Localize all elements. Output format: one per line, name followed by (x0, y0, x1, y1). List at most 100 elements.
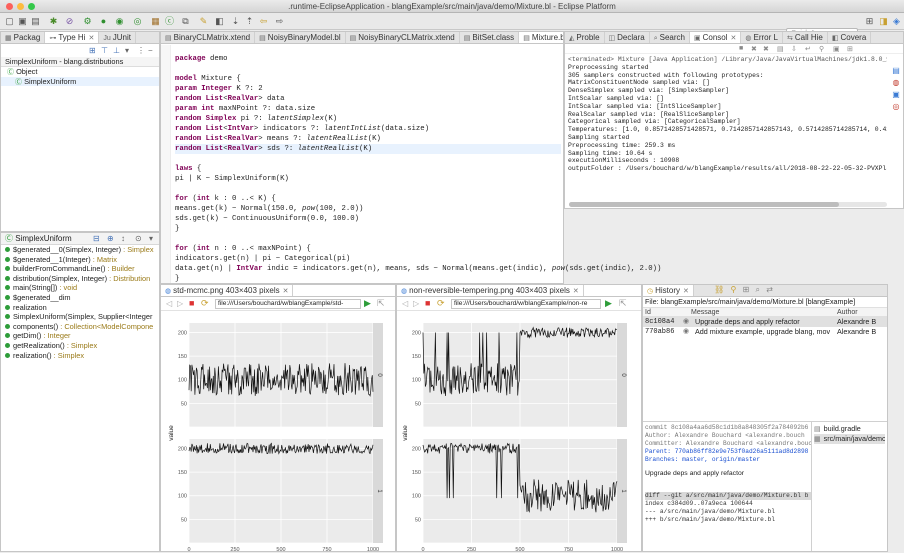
skip-breakpoints-icon[interactable]: ⊘ (64, 16, 75, 27)
console-horizontal-scrollbar[interactable] (569, 202, 887, 207)
tab-console[interactable]: ▣ Consol ✕ (690, 32, 742, 43)
word-wrap-icon[interactable]: ↵ (805, 45, 811, 53)
tab-type-hierarchy[interactable]: ⊶ Type Hi ✕ (45, 32, 100, 43)
tab-editor-3[interactable]: ▤ BitSet.class (460, 32, 520, 43)
open-console-icon[interactable]: ⊞ (847, 45, 853, 53)
tab-package-explorer[interactable]: ▦ Packag (1, 32, 46, 43)
outline-view-icon[interactable]: ▤ (888, 66, 904, 78)
tab-coverage[interactable]: ◧ Covera (828, 32, 872, 43)
new-java-package-icon[interactable]: ▦ (150, 16, 161, 27)
close-icon[interactable]: ✕ (283, 288, 289, 295)
tree-item-object[interactable]: Ⓒ Object (1, 67, 159, 77)
member-item[interactable]: realization (1, 303, 159, 313)
stop-icon[interactable]: ■ (189, 298, 194, 308)
go-icon[interactable]: ▶ (605, 298, 612, 309)
java-perspective-icon[interactable]: ◨ (878, 16, 889, 27)
close-window-button[interactable] (6, 3, 13, 10)
tab-editor-4[interactable]: ▤Mixture.bl✕ (519, 32, 563, 43)
changed-file[interactable]: ▤ build.gradle (814, 424, 885, 434)
member-item[interactable]: builderFromCommandLine() : Builder (1, 264, 159, 274)
tab-error-log[interactable]: ◍ Error L (741, 32, 783, 43)
tab-history[interactable]: ◷ History ✕ (643, 285, 694, 296)
zoom-window-button[interactable] (28, 3, 35, 10)
url-input-right[interactable]: file:///Users/bouchard/w/blangExample/no… (451, 299, 601, 309)
tab-editor-1[interactable]: ▤ NoisyBinaryModel.bl (255, 32, 346, 43)
console-output[interactable]: <terminated> Mixture [Java Application] … (565, 54, 887, 173)
tab-call-hierarchy[interactable]: ⇆ Call Hie (783, 32, 828, 43)
member-item[interactable]: getDim() : Integer (1, 331, 159, 341)
external-browser-icon[interactable]: ⇱ (377, 298, 385, 309)
history-row[interactable]: 8c108a4 ◉ Upgrade deps and apply refactor A… (643, 317, 887, 327)
previous-annotation-icon[interactable]: ⇡ (244, 16, 255, 27)
debug-run-icon[interactable]: ⚙ (82, 16, 93, 27)
show-subtype-icon[interactable]: ⊥ (113, 46, 120, 55)
stop-icon[interactable]: ■ (425, 298, 430, 308)
refresh-icon[interactable]: ⟳ (437, 298, 445, 309)
remove-launch-icon[interactable]: ✖ (751, 45, 757, 53)
scroll-lock-icon[interactable]: ⇩ (791, 45, 797, 53)
link-with-selection-icon[interactable]: ⛓ (714, 285, 724, 294)
tab-search[interactable]: ⌕ Search (650, 32, 690, 43)
history-dropdown-icon[interactable]: ▾ (125, 46, 129, 55)
go-icon[interactable]: ▶ (364, 298, 371, 309)
problems-view-icon[interactable]: ◎ (888, 102, 904, 114)
history-row[interactable]: 770ab86 ◉ Add mixture example, upgrade bla… (643, 327, 887, 337)
open-type-icon[interactable]: ⧉ (180, 16, 191, 27)
display-console-icon[interactable]: ▣ (833, 45, 840, 53)
forward-icon[interactable]: ▷ (177, 299, 183, 308)
code-area[interactable]: package demo model Mixture { param Integ… (175, 54, 661, 304)
member-item[interactable]: $generated__dim (1, 293, 159, 303)
tab-editor-0[interactable]: ▤ BinaryCLMatrix.xtend (161, 32, 256, 43)
tab-std-mcmc[interactable]: ◍ std-mcmc.png 403×403 pixels ✕ (161, 285, 294, 296)
member-item[interactable]: main(String[]) : void (1, 283, 159, 293)
tree-item-simplexuniform[interactable]: Ⓒ SimplexUniform (1, 76, 159, 87)
save-icon[interactable]: ▣ (17, 16, 28, 27)
tab-declaration[interactable]: ◫ Declara (605, 32, 650, 43)
tab-problems[interactable]: ◭ Proble (565, 32, 605, 43)
new-icon[interactable]: ▢ (4, 16, 15, 27)
next-annotation-icon[interactable]: ⇣ (230, 16, 241, 27)
pin-console-icon[interactable]: ⚲ (819, 45, 824, 53)
member-item[interactable]: SimplexUniform(Simplex, Supplier<Integer (1, 312, 159, 322)
url-input-left[interactable]: file:///Users/bouchard/w/blangExample/st… (215, 299, 361, 309)
toggle-mark-icon[interactable]: ◧ (214, 16, 225, 27)
view-menu-icon[interactable]: ⋮ (137, 46, 145, 55)
debug-icon[interactable]: ✱ (48, 16, 59, 27)
search-icon[interactable]: ✎ (198, 16, 209, 27)
show-supertype-icon[interactable]: ⊤ (101, 46, 108, 55)
find-icon[interactable]: ⌕ (756, 285, 760, 295)
view-menu-icon[interactable]: ▾ (149, 233, 153, 245)
clear-console-icon[interactable]: ▤ (777, 45, 784, 53)
tab-non-reversible-tempering[interactable]: ◍ non-reversible-tempering.png 403×403 pi… (397, 285, 584, 296)
member-item[interactable]: $generated__1(Integer) : Matrix (1, 255, 159, 265)
close-icon[interactable]: ✕ (88, 35, 94, 42)
lock-view-icon[interactable]: ⊟ (93, 233, 100, 245)
tab-editor-2[interactable]: ▤ NoisyBinaryCLMatrix.xtend (346, 32, 460, 43)
forward-icon[interactable]: ⇨ (274, 16, 285, 27)
close-icon[interactable]: ✕ (573, 288, 579, 295)
member-item[interactable]: getRealization() : Simplex (1, 341, 159, 351)
hide-fields-icon[interactable]: ⊙ (135, 233, 142, 245)
show-type-hierarchy-icon[interactable]: ⊞ (89, 46, 96, 55)
back-icon[interactable]: ◁ (402, 299, 408, 308)
minimize-icon[interactable]: − (148, 46, 153, 55)
remove-all-icon[interactable]: ✖ (763, 45, 769, 53)
commit-header-line[interactable]: Parent: 770ab86ff82e9e753f0ad26a5111ad8d… (645, 448, 811, 456)
close-icon[interactable]: ✕ (683, 288, 689, 295)
member-item[interactable]: $generated__0(Simplex, Integer) : Simple… (1, 245, 159, 255)
debug-perspective-icon[interactable]: ◈ (891, 16, 902, 27)
external-tools-icon[interactable]: ◎ (132, 16, 143, 27)
changed-file[interactable]: ▦ src/main/java/demo (814, 434, 885, 444)
external-browser-icon[interactable]: ⇱ (619, 298, 627, 309)
new-class-icon[interactable]: ⓒ (164, 16, 175, 27)
member-item[interactable]: distribution(Simplex, Integer) : Distrib… (1, 274, 159, 284)
member-item[interactable]: components() : Collection<ModelCompone (1, 322, 159, 332)
commit-header-line[interactable]: Branches: master, origin/master (645, 456, 811, 464)
bookmark-view-icon[interactable]: ▣ (888, 90, 904, 102)
minimize-window-button[interactable] (17, 3, 24, 10)
show-all-icon[interactable]: ⊞ (743, 285, 750, 294)
pin-icon[interactable]: ⚲ (731, 285, 737, 294)
back-icon[interactable]: ◁ (166, 299, 172, 308)
back-icon[interactable]: ⇦ (258, 16, 269, 27)
run-icon[interactable]: ● (98, 16, 109, 27)
